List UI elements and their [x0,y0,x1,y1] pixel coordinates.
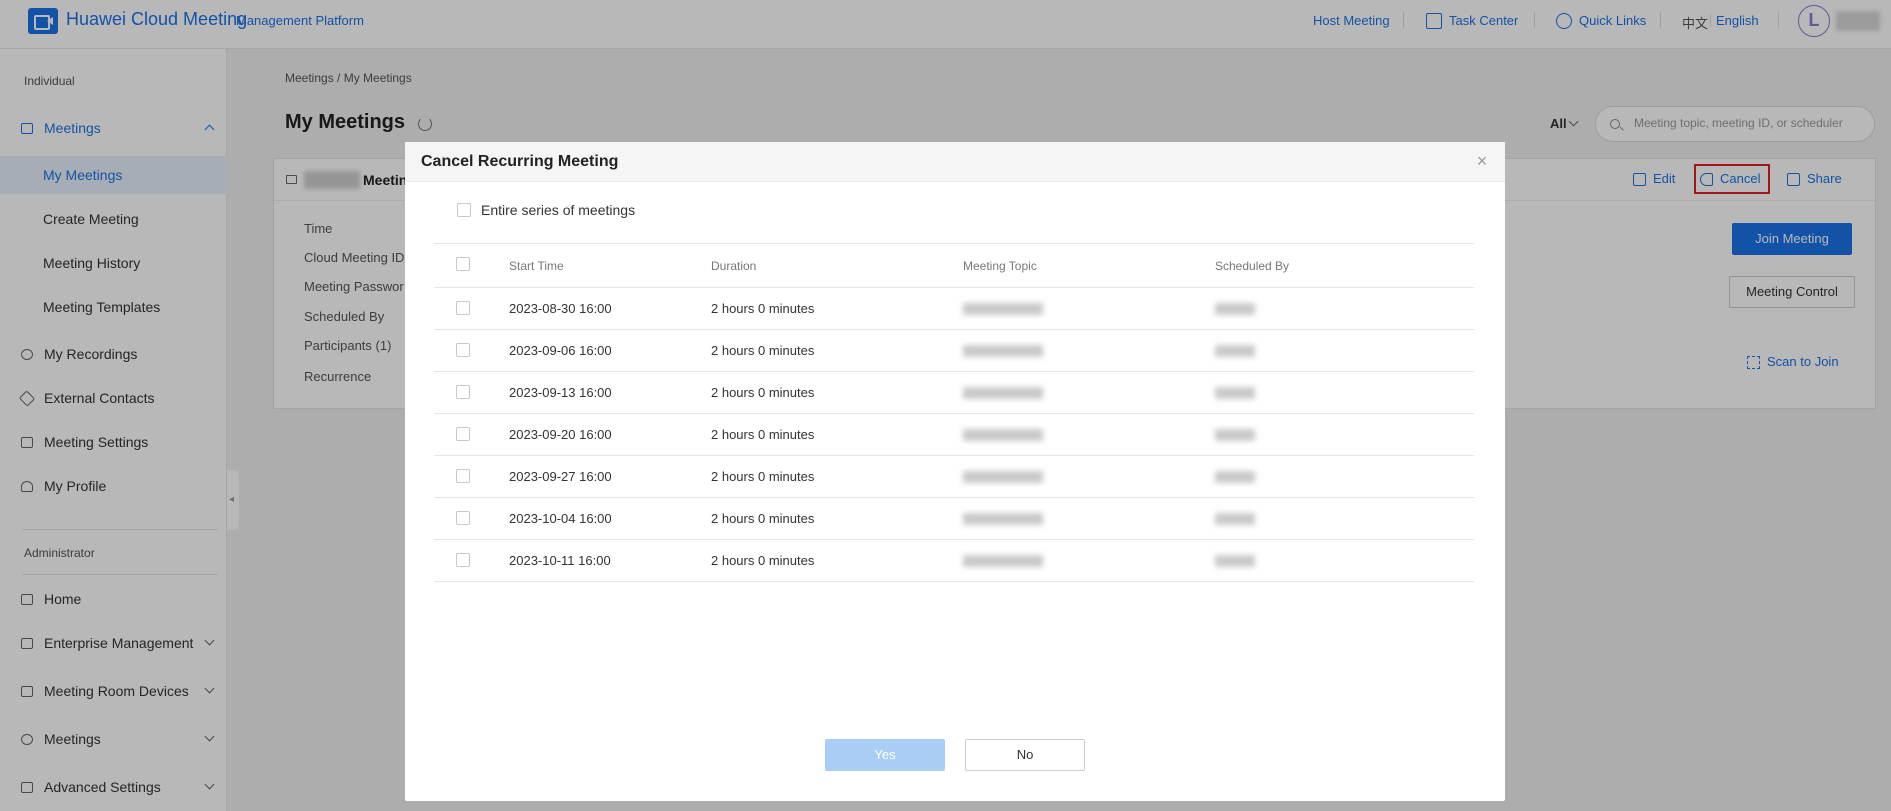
yes-button[interactable]: Yes [825,739,945,771]
start-time-cell: 2023-10-11 16:00 [509,553,611,568]
duration-cell: 2 hours 0 minutes [711,301,815,316]
table-row[interactable]: 2023-09-27 16:00 2 hours 0 minutes [434,456,1474,498]
no-button[interactable]: No [965,739,1085,771]
column-start-time: Start Time [509,259,564,273]
row-checkbox[interactable] [456,301,470,315]
row-checkbox[interactable] [456,469,470,483]
table-row[interactable]: 2023-08-30 16:00 2 hours 0 minutes [434,288,1474,330]
start-time-cell: 2023-10-04 16:00 [509,511,612,526]
start-time-cell: 2023-08-30 16:00 [509,301,612,316]
duration-cell: 2 hours 0 minutes [711,343,815,358]
table-row[interactable]: 2023-09-13 16:00 2 hours 0 minutes [434,372,1474,414]
dialog-title: Cancel Recurring Meeting [421,153,619,170]
column-meeting-topic: Meeting Topic [963,259,1037,273]
duration-cell: 2 hours 0 minutes [711,511,815,526]
dialog-header: Cancel Recurring Meeting × [405,142,1505,182]
table-row[interactable]: 2023-10-04 16:00 2 hours 0 minutes [434,498,1474,540]
entire-series-checkbox[interactable] [457,203,471,217]
select-all-checkbox[interactable] [456,257,470,271]
row-checkbox[interactable] [456,343,470,357]
start-time-cell: 2023-09-06 16:00 [509,343,612,358]
table-row[interactable]: 2023-10-11 16:00 2 hours 0 minutes [434,540,1474,582]
start-time-cell: 2023-09-13 16:00 [509,385,612,400]
row-checkbox[interactable] [456,553,470,567]
cancel-recurring-dialog: Cancel Recurring Meeting × Entire series… [405,142,1505,801]
table-row[interactable]: 2023-09-06 16:00 2 hours 0 minutes [434,330,1474,372]
entire-series-label: Entire series of meetings [481,202,636,218]
duration-cell: 2 hours 0 minutes [711,385,815,400]
row-checkbox[interactable] [456,385,470,399]
duration-cell: 2 hours 0 minutes [711,553,815,568]
column-duration: Duration [711,259,757,273]
duration-cell: 2 hours 0 minutes [711,469,815,484]
occurrences-table: Start Time Duration Meeting Topic Schedu… [434,243,1474,582]
close-icon[interactable]: × [1473,152,1491,170]
column-scheduled-by: Scheduled By [1215,259,1290,273]
table-header: Start Time Duration Meeting Topic Schedu… [434,243,1474,288]
table-row[interactable]: 2023-09-20 16:00 2 hours 0 minutes [434,414,1474,456]
start-time-cell: 2023-09-27 16:00 [509,469,612,484]
row-checkbox[interactable] [456,427,470,441]
row-checkbox[interactable] [456,511,470,525]
start-time-cell: 2023-09-20 16:00 [509,427,612,442]
duration-cell: 2 hours 0 minutes [711,427,815,442]
table-body: 2023-08-30 16:00 2 hours 0 minutes 2023-09… [434,288,1474,582]
